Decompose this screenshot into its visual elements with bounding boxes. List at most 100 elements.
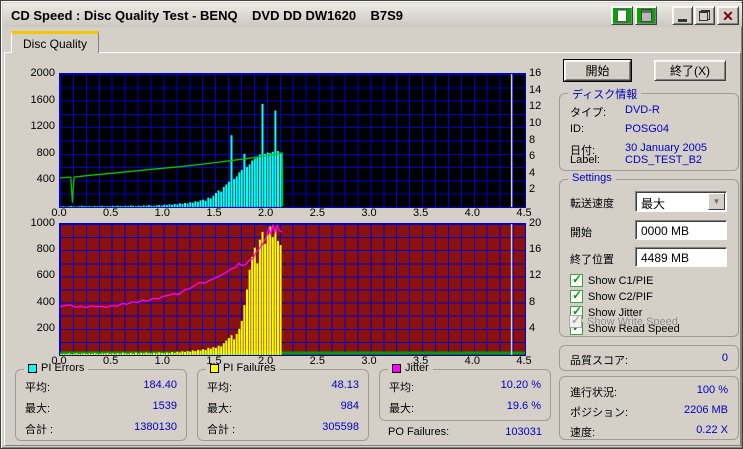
close-icon: ✕	[722, 7, 734, 24]
axis-tick-label: 2.0	[258, 207, 274, 219]
pi-failures-jitter-chart	[59, 223, 526, 356]
axis-tick-label: 16	[529, 67, 542, 79]
axis-tick-label: 1.0	[154, 207, 170, 219]
settings-title: Settings	[568, 172, 616, 184]
axis-tick-label: 600	[36, 269, 55, 282]
stat-row: 合計 :1380130	[25, 421, 177, 436]
start-pos-field[interactable]	[635, 220, 727, 240]
axis-tick-label: 4	[529, 166, 536, 179]
checkbox-icon: ✓	[569, 313, 582, 328]
report-button[interactable]	[611, 6, 633, 25]
checkbox-show-write-speed: ✓ Show Write Speed	[569, 313, 678, 328]
axis-tick-label: 2.5	[309, 207, 325, 219]
tab-label: Disc Quality	[22, 36, 87, 51]
quality-score-row: 品質スコア: 0	[570, 352, 728, 367]
axis-tick-label: 14	[529, 83, 542, 96]
stat-row: 合計 :305598	[207, 421, 359, 436]
axis-tick-label: 0.0	[51, 355, 67, 367]
checkbox-show-c1-pie[interactable]: ✓ Show C1/PIE	[570, 272, 653, 288]
axis-tick-label: 4	[529, 321, 536, 334]
disc-info-title: ディスク情報	[568, 86, 642, 102]
axis-tick-label: 1600	[30, 93, 55, 106]
pi-errors-stats-box: PI Errors 平均: 184.40 最大: 1539 合計 :1380130	[15, 362, 187, 441]
axis-tick-label: 12	[529, 100, 542, 113]
axis-tick-label: 1000	[30, 217, 55, 229]
axis-tick-label: 400	[36, 295, 55, 308]
axis-tick-label: 0.5	[103, 355, 119, 367]
progress-row: 進行状況: 100 %	[570, 384, 728, 399]
axis-tick-label: 8	[529, 133, 536, 146]
axis-tick-label: 20	[529, 217, 542, 229]
end-pos-field[interactable]	[635, 247, 727, 267]
axis-tick-label: 1.5	[206, 207, 222, 219]
axis-tick-label: 3.0	[361, 355, 377, 367]
axis-tick-label: 2	[529, 183, 536, 196]
pi-errors-swatch-icon	[28, 363, 37, 373]
window-title: CD Speed : Disc Quality Test - BENQ DVD …	[11, 7, 404, 23]
quality-score-box: 品質スコア: 0	[559, 345, 739, 371]
start-pos-label: 開始	[570, 227, 592, 239]
exit-button[interactable]: 終了(X)	[654, 60, 726, 81]
axis-tick-label: 200	[36, 321, 55, 334]
stat-row: 最大: 984	[207, 400, 359, 415]
checkbox-icon: ✓	[570, 288, 583, 303]
axis-tick-label: 800	[36, 146, 55, 159]
close-button[interactable]: ✕	[717, 6, 739, 25]
maximize-button[interactable]	[694, 6, 715, 25]
axis-tick-label: 3.5	[413, 355, 429, 367]
app-window: CD Speed : Disc Quality Test - BENQ DVD …	[0, 0, 743, 449]
progress-box: 進行状況: 100 % ポジション: 2206 MB 速度: 0.22 X	[559, 376, 739, 440]
chevron-down-icon[interactable]: ▼	[708, 193, 725, 210]
stat-row: 平均: 184.40	[25, 379, 177, 394]
end-pos-label: 終了位置	[570, 254, 614, 266]
axis-tick-label: 16	[529, 243, 542, 256]
report-icon	[617, 9, 627, 22]
axis-tick-label: 6	[529, 150, 536, 163]
axis-tick-label: 400	[36, 173, 55, 186]
pi-failures-stats-box: PI Failures 平均: 48.13 最大: 984 合計 :305598	[197, 362, 369, 441]
axis-tick-label: 4.0	[464, 207, 480, 219]
minimize-button[interactable]	[672, 6, 693, 25]
checkbox-icon: ✓	[570, 272, 583, 287]
jitter-swatch-icon	[392, 363, 401, 373]
restore-icon	[699, 10, 710, 21]
axis-tick-label: 0.5	[103, 207, 119, 219]
axis-tick-label: 12	[529, 269, 542, 282]
axis-tick-label: 4.0	[464, 355, 480, 367]
stat-row: 最大: 19.6 %	[389, 400, 541, 415]
axis-tick-label: 800	[36, 243, 55, 256]
axis-tick-label: 2.5	[309, 355, 325, 367]
disc-info-row: タイプ: DVD-R	[570, 104, 660, 119]
progress-row: 速度: 0.22 X	[570, 424, 728, 439]
pi-errors-chart	[59, 73, 526, 208]
speed-select[interactable]: 最大 ▼	[635, 191, 727, 212]
stat-row: 平均: 10.20 %	[389, 379, 541, 394]
po-failures-row: PO Failures: 103031	[388, 426, 542, 438]
drive-icon	[640, 9, 652, 22]
checkbox-show-c2-pif[interactable]: ✓ Show C2/PIF	[570, 288, 653, 304]
jitter-stats-box: Jitter 平均: 10.20 % 最大: 19.6 %	[379, 362, 551, 421]
disc-info-row: ID: POSG04	[570, 123, 670, 135]
disc-info-row-label: Label: CDS_TEST_B2	[570, 154, 703, 166]
tab-disc-quality[interactable]: Disc Quality	[11, 31, 99, 53]
axis-tick-label: 1.5	[206, 355, 222, 367]
axis-tick-label: 2000	[30, 67, 55, 79]
minimize-icon	[678, 18, 687, 22]
axis-tick-label: 3.5	[413, 207, 429, 219]
pi-errors-chart-canvas	[60, 74, 513, 207]
axis-tick-label: 2.0	[258, 355, 274, 367]
axis-tick-label: 4.5	[516, 355, 532, 367]
stat-row: 平均: 48.13	[207, 379, 359, 394]
axis-tick-label: 1200	[30, 120, 55, 133]
drive-button[interactable]	[635, 6, 657, 25]
axis-tick-label: 8	[529, 295, 536, 308]
axis-tick-label: 3.0	[361, 207, 377, 219]
pi-failures-jitter-chart-canvas	[60, 224, 525, 355]
stat-row: 最大: 1539	[25, 400, 177, 415]
axis-tick-label: 10	[529, 116, 542, 129]
axis-tick-label: 1.0	[154, 355, 170, 367]
progress-row: ポジション: 2206 MB	[570, 404, 728, 419]
speed-label: 転送速度	[570, 198, 614, 210]
disc-info-group: ディスク情報 タイプ: DVD-R ID: POSG04 日付: 30 January…	[559, 86, 739, 171]
start-button[interactable]: 開始	[563, 59, 632, 82]
